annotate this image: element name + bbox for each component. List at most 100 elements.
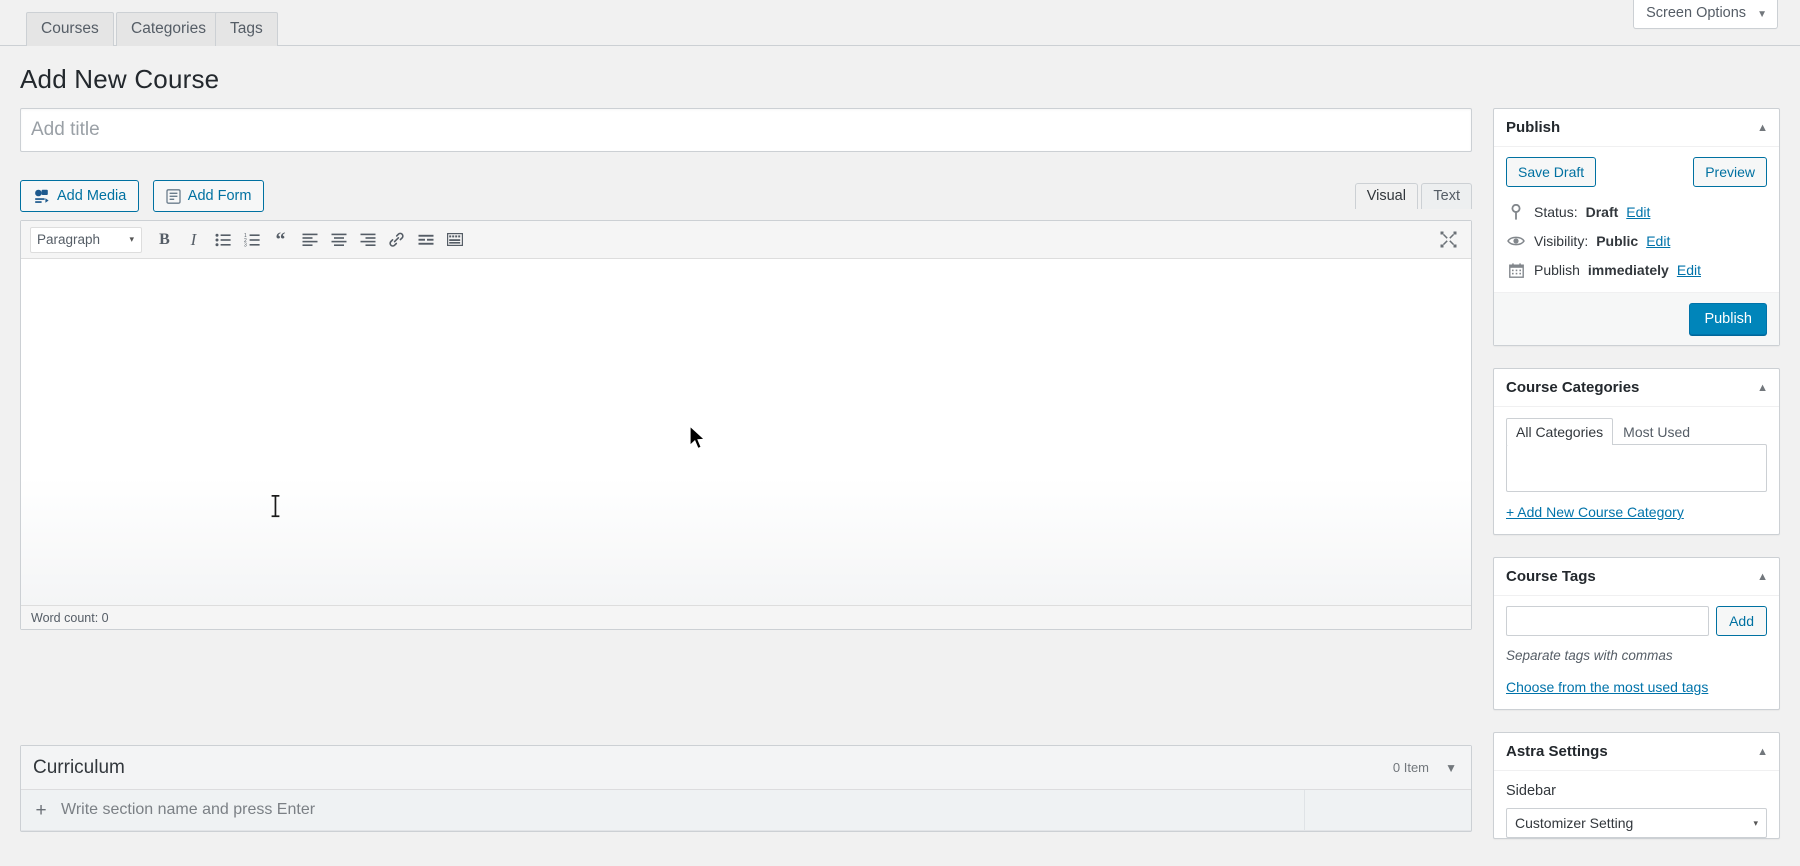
curriculum-add-section-placeholder: Write section name and press Enter — [61, 801, 316, 818]
astra-sidebar-label: Sidebar — [1506, 783, 1556, 799]
curriculum-column-divider — [1304, 790, 1305, 830]
publish-button[interactable]: Publish — [1689, 303, 1767, 335]
publish-actions-row: Save Draft Preview — [1506, 157, 1767, 193]
editor-toolbar: Paragraph ▾ B I 1 2 3 “ — [21, 221, 1471, 259]
chevron-down-icon[interactable]: ▼ — [1445, 761, 1457, 775]
page-title: Add New Course — [20, 64, 220, 94]
toolbar-toggle-icon[interactable] — [440, 225, 469, 254]
eye-icon — [1506, 235, 1526, 247]
blockquote-icon[interactable]: “ — [266, 225, 295, 254]
publish-status-label: Status: — [1534, 204, 1578, 220]
course-categories-body: All Categories Most Used + Add New Cours… — [1494, 407, 1779, 534]
course-categories-title: Course Categories — [1506, 379, 1640, 396]
tab-tags[interactable]: Tags — [215, 12, 278, 46]
publish-visibility-row: Visibility: Public Edit — [1506, 231, 1767, 251]
editor-content-area[interactable] — [21, 259, 1471, 605]
astra-sidebar-value: Customizer Setting — [1515, 815, 1634, 831]
tab-text[interactable]: Text — [1421, 183, 1472, 209]
add-new-course-category-link[interactable]: + Add New Course Category — [1506, 504, 1684, 520]
astra-settings-title: Astra Settings — [1506, 743, 1608, 760]
astra-settings-header: Astra Settings ▲ — [1494, 733, 1779, 771]
editor-media-buttons: Add Media Add Form Visual Text — [20, 180, 1472, 220]
editor-mode-tabs: Visual Text — [1354, 182, 1472, 210]
course-tags-help-text: Separate tags with commas — [1506, 648, 1673, 663]
align-left-icon[interactable] — [295, 225, 324, 254]
add-media-button[interactable]: Add Media — [20, 180, 140, 212]
edit-status-link[interactable]: Edit — [1626, 202, 1650, 222]
fullscreen-icon[interactable] — [1434, 225, 1463, 254]
chevron-up-icon[interactable]: ▲ — [1757, 746, 1768, 758]
curriculum-panel: Curriculum 0 Item ▼ + Write section name… — [20, 745, 1472, 832]
astra-settings-panel: Astra Settings ▲ Sidebar Customizer Sett… — [1493, 732, 1780, 839]
admin-topbar: Courses Categories Tags Screen Options ▼ — [0, 0, 1800, 46]
course-tags-panel: Course Tags ▲ Add Separate tags with com… — [1493, 557, 1780, 710]
bulleted-list-icon[interactable] — [208, 225, 237, 254]
main-content-column: Add Media Add Form Visual Text — [20, 108, 1472, 832]
publish-panel: Publish ▲ Save Draft Preview Status: Dra… — [1493, 108, 1780, 346]
word-count: Word count: 0 — [31, 610, 109, 625]
svg-text:3: 3 — [244, 242, 247, 246]
save-draft-button[interactable]: Save Draft — [1506, 157, 1597, 187]
screen-options-button[interactable]: Screen Options ▼ — [1633, 0, 1778, 29]
bold-icon[interactable]: B — [150, 225, 179, 254]
edit-visibility-link[interactable]: Edit — [1646, 231, 1670, 251]
link-icon[interactable] — [382, 225, 411, 254]
chevron-up-icon[interactable]: ▲ — [1757, 382, 1768, 394]
paragraph-format-value: Paragraph — [37, 232, 101, 247]
course-categories-tabs: All Categories Most Used — [1506, 417, 1767, 445]
course-tags-input-row: Add — [1506, 606, 1767, 636]
italic-icon[interactable]: I — [179, 225, 208, 254]
plus-icon: + — [35, 799, 47, 821]
post-editor: Add Media Add Form Visual Text Paragraph… — [20, 180, 1472, 832]
tab-all-categories[interactable]: All Categories — [1506, 418, 1614, 445]
curriculum-header: Curriculum 0 Item ▼ — [21, 746, 1471, 790]
astra-settings-body: Sidebar Customizer Setting ▾ — [1494, 771, 1779, 838]
add-tag-button[interactable]: Add — [1716, 606, 1767, 636]
chevron-up-icon[interactable]: ▲ — [1757, 571, 1768, 583]
add-form-icon — [166, 188, 181, 204]
chevron-down-icon: ▾ — [129, 234, 134, 244]
chevron-down-icon: ▾ — [1753, 817, 1758, 828]
read-more-icon[interactable] — [411, 225, 440, 254]
align-right-icon[interactable] — [353, 225, 382, 254]
publish-panel-body: Save Draft Preview Status: Draft Edit Vi… — [1494, 147, 1779, 292]
course-title-input[interactable] — [20, 108, 1472, 152]
tab-categories[interactable]: Categories — [116, 12, 221, 46]
publish-panel-footer: Publish — [1494, 292, 1779, 345]
publish-date-row: Publish immediately Edit — [1506, 260, 1767, 280]
preview-button[interactable]: Preview — [1693, 157, 1767, 187]
pin-icon — [1506, 204, 1526, 220]
publish-panel-header: Publish ▲ — [1494, 109, 1779, 147]
tab-courses[interactable]: Courses — [26, 12, 114, 46]
category-checklist[interactable] — [1506, 444, 1767, 492]
publish-date-label: Publish — [1534, 262, 1580, 278]
post-sidebar: Publish ▲ Save Draft Preview Status: Dra… — [1493, 108, 1780, 861]
publish-visibility-label: Visibility: — [1534, 233, 1589, 249]
curriculum-add-section-row[interactable]: + Write section name and press Enter — [21, 790, 1471, 831]
tab-visual[interactable]: Visual — [1354, 183, 1418, 209]
add-form-label: Add Form — [187, 188, 252, 204]
astra-sidebar-select[interactable]: Customizer Setting ▾ — [1506, 808, 1767, 838]
numbered-list-icon[interactable]: 1 2 3 — [237, 225, 266, 254]
align-center-icon[interactable] — [324, 225, 353, 254]
tab-most-used[interactable]: Most Used — [1613, 418, 1700, 445]
mouse-arrow-cursor — [689, 424, 709, 458]
course-tags-title: Course Tags — [1506, 568, 1596, 585]
course-tags-body: Add Separate tags with commas Choose fro… — [1494, 596, 1779, 709]
add-media-label: Add Media — [57, 188, 127, 204]
publish-date-value: immediately — [1587, 262, 1669, 278]
course-tags-input[interactable] — [1506, 606, 1710, 636]
editor-container: Paragraph ▾ B I 1 2 3 “ Word count: 0 — [20, 220, 1472, 630]
add-form-button[interactable]: Add Form — [152, 180, 265, 212]
text-ibeam-cursor — [270, 494, 281, 523]
course-tags-header: Course Tags ▲ — [1494, 558, 1779, 596]
curriculum-item-count: 0 Item — [1392, 760, 1429, 775]
nav-tab-wrapper: Courses Categories Tags — [0, 0, 1800, 46]
chevron-up-icon[interactable]: ▲ — [1757, 122, 1768, 134]
publish-status-value: Draft — [1585, 204, 1619, 220]
chevron-down-icon: ▼ — [1757, 9, 1767, 20]
paragraph-format-select[interactable]: Paragraph ▾ — [30, 226, 142, 253]
edit-date-link[interactable]: Edit — [1677, 260, 1701, 280]
choose-most-used-tags-link[interactable]: Choose from the most used tags — [1506, 679, 1708, 695]
editor-statusbar: Word count: 0 — [21, 605, 1471, 629]
